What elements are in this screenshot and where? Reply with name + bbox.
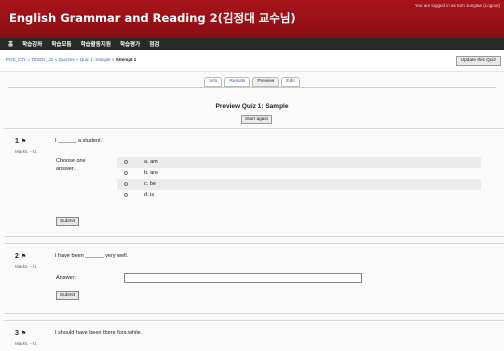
question-text: I ______ a student. [55, 138, 103, 144]
nav-item-activities[interactable]: 학습활동지원 [81, 40, 111, 48]
breadcrumb[interactable]: POS_CTL » TESOL_22 » Quizzes » Quiz 1: S… [6, 57, 136, 62]
radio-button[interactable] [124, 171, 128, 175]
start-again-button[interactable]: Start again [241, 115, 273, 124]
question-number: 2 ⚑ [15, 253, 26, 260]
breadcrumb-bar: POS_CTL » TESOL_22 » Quizzes » Quiz 1: S… [0, 50, 504, 72]
question-3: 3 ⚑ Marks: --/1 I should have been there … [4, 320, 504, 351]
submit-button[interactable]: Submit [56, 217, 79, 226]
answer-label: Answer: [56, 275, 76, 281]
tab-info[interactable]: Info [204, 77, 223, 87]
nav-item-home[interactable]: 홈 [8, 40, 13, 48]
question-1: 1 ⚑ Marks: --/1 I ______ a student. Choos… [4, 128, 504, 237]
choice-a[interactable]: a. am [117, 157, 481, 168]
choice-label: d. is [144, 192, 155, 198]
nav-item-courses[interactable]: 학습강좌 [22, 40, 42, 48]
question-number-text: 2 [15, 253, 19, 260]
nav-item-groups[interactable]: 학습모둠 [51, 40, 71, 48]
radio-button[interactable] [124, 160, 128, 164]
question-number-text: 1 [15, 138, 19, 145]
flag-icon[interactable]: ⚑ [21, 254, 26, 260]
choice-label: a. am [144, 159, 158, 165]
main-content: Info Results Preview Edit Preview Quiz 1… [0, 72, 504, 351]
answer-input[interactable] [124, 273, 362, 283]
choice-b[interactable]: b. are [117, 168, 481, 179]
quiz-tabs: Info Results Preview Edit [0, 77, 504, 87]
login-info[interactable]: You are logged in as Kim Jungtae (Logout… [415, 3, 500, 8]
radio-button[interactable] [124, 193, 128, 197]
nav-item-check[interactable]: 점검 [149, 40, 159, 48]
choose-one-label: Choose one answer. [56, 158, 86, 172]
submit-button[interactable]: Submit [56, 291, 79, 300]
choice-d[interactable]: d. is [117, 190, 481, 201]
question-text: I should have been there fora while. [55, 330, 143, 336]
tab-preview[interactable]: Preview [252, 77, 280, 87]
tab-edit[interactable]: Edit [281, 77, 300, 87]
tab-divider [8, 87, 496, 88]
radio-button[interactable] [124, 182, 128, 186]
choice-label: b. are [144, 170, 159, 176]
main-navbar: 홈 학습강좌 학습모둠 학습활동지원 학습평가 점검 [0, 38, 504, 50]
question-number-text: 3 [15, 330, 19, 337]
question-marks: Marks: --/1 [15, 264, 37, 269]
flag-icon[interactable]: ⚑ [21, 139, 26, 145]
flag-icon[interactable]: ⚑ [21, 331, 26, 337]
preview-title: Preview Quiz 1: Sample [215, 103, 289, 110]
question-marks: Marks: --/1 [15, 149, 37, 154]
choice-label: c. be [144, 181, 156, 187]
course-title: English Grammar and Reading 2(김정대 교수님) [9, 11, 296, 25]
update-quiz-button[interactable]: Update this Quiz [455, 56, 501, 66]
choice-c[interactable]: c. be [117, 179, 481, 190]
site-header: English Grammar and Reading 2(김정대 교수님) Y… [0, 0, 504, 38]
question-number: 1 ⚑ [15, 138, 26, 145]
question-text: I have been ______ very well. [55, 253, 129, 259]
question-2: 2 ⚑ Marks: --/1 I have been ______ very w… [4, 243, 504, 314]
question-marks: Marks: --/1 [15, 341, 37, 346]
breadcrumb-current: Attempt 1 [115, 57, 137, 62]
tab-results[interactable]: Results [224, 77, 251, 87]
question-number: 3 ⚑ [15, 330, 26, 337]
breadcrumb-trail[interactable]: POS_CTL » TESOL_22 » Quizzes » Quiz 1: S… [6, 57, 116, 62]
nav-item-assessment[interactable]: 학습평가 [120, 40, 140, 48]
